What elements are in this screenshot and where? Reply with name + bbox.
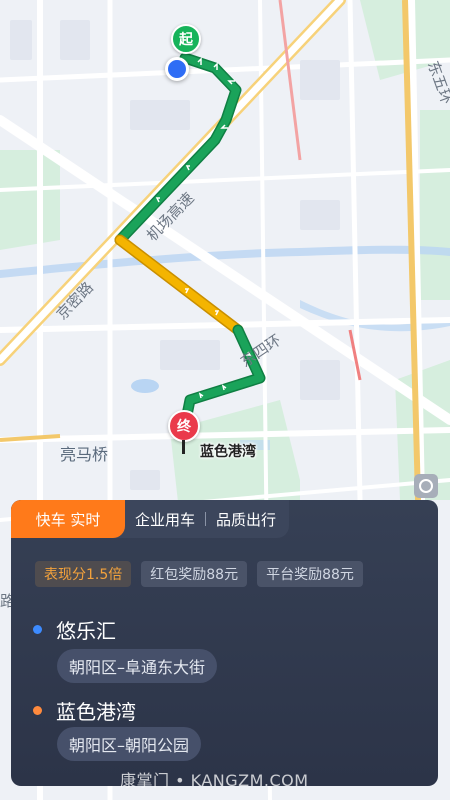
destination-label: 蓝色港湾 — [200, 444, 256, 460]
end-marker[interactable]: 终 — [168, 410, 200, 442]
dropoff-dot-icon — [33, 706, 42, 715]
pickup-name: 悠乐汇 — [56, 619, 116, 643]
poi-icon-right — [414, 474, 438, 498]
start-marker[interactable]: 起 — [171, 24, 201, 54]
dropoff-address: 朝阳区–朝阳公园 — [57, 727, 202, 761]
order-card[interactable]: 快车 实时 企业用车 品质出行 表现分1.5倍 红包奖励88元 平台奖励88元 … — [11, 500, 438, 786]
pickup-dot-icon — [33, 625, 42, 634]
pickup-stop[interactable]: 悠乐汇 — [33, 615, 116, 644]
dropoff-name: 蓝色港湾 — [56, 700, 136, 724]
area-label-liangma-bridge: 亮马桥 — [60, 445, 109, 464]
badge-platform: 平台奖励88元 — [257, 561, 363, 587]
dropoff-stop[interactable]: 蓝色港湾 — [33, 696, 136, 725]
order-type-tabs: 快车 实时 企业用车 品质出行 — [11, 500, 289, 538]
reward-badges: 表现分1.5倍 红包奖励88元 平台奖励88元 — [35, 561, 363, 587]
end-marker-stem — [182, 440, 185, 454]
current-location-dot — [165, 57, 189, 81]
badge-red-packet: 红包奖励88元 — [141, 561, 248, 587]
pickup-address: 朝阳区–阜通东大街 — [57, 649, 218, 683]
tab-express-realtime[interactable]: 快车 实时 — [11, 500, 125, 538]
tab-enterprise[interactable]: 企业用车 — [125, 500, 205, 538]
badge-performance: 表现分1.5倍 — [35, 561, 132, 587]
tab-premium[interactable]: 品质出行 — [206, 500, 286, 538]
watermark: 康掌门 • KANGZM.COM — [120, 771, 309, 790]
